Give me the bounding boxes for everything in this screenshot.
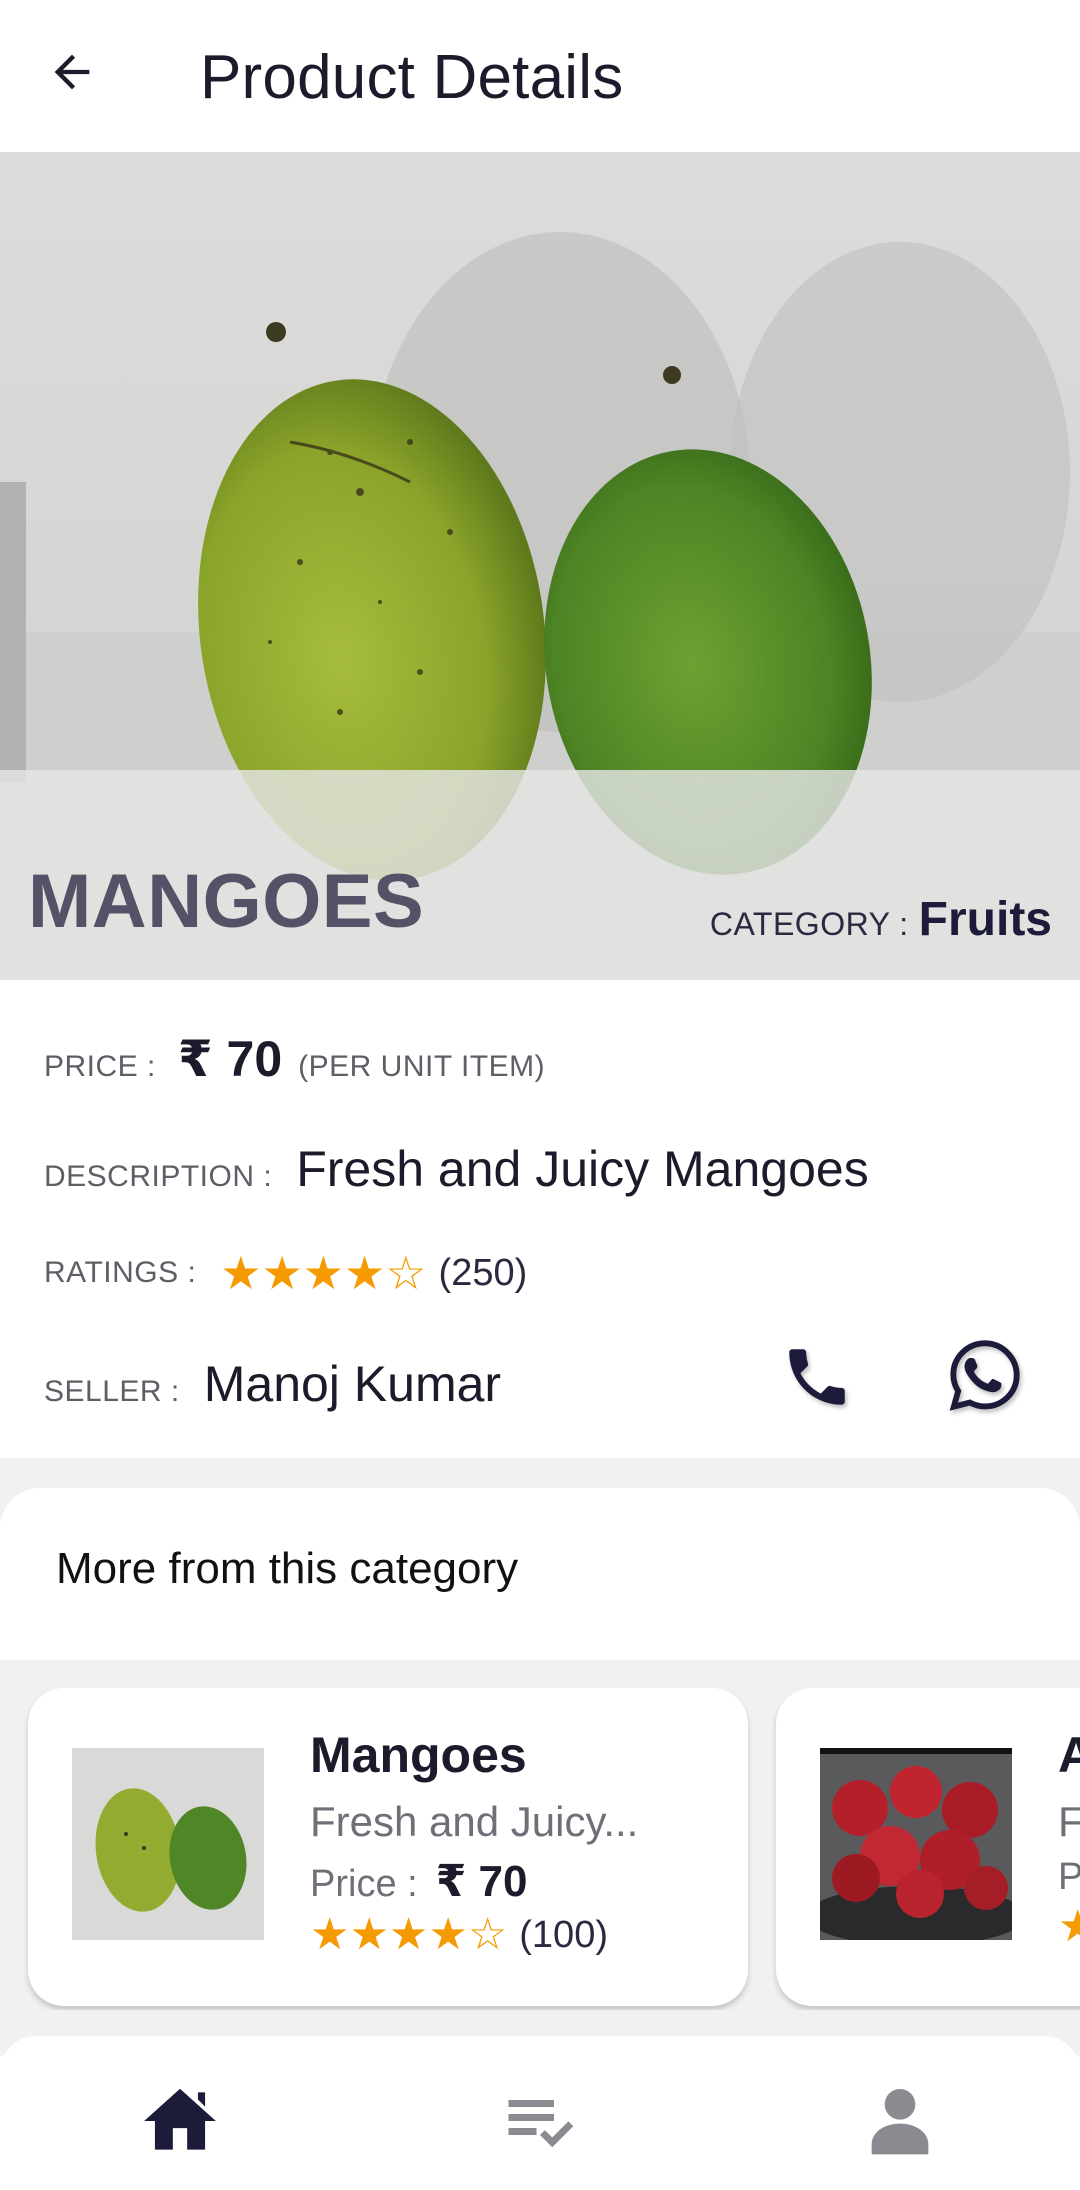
star-filled-icon: ★	[310, 1910, 350, 1959]
star-filled-icon: ★	[388, 1910, 429, 1959]
app-bar: Product Details	[0, 0, 1080, 152]
nav-home[interactable]	[0, 2056, 360, 2190]
related-product-rating: ★ ★ ★ ★ ☆ (100)	[310, 1913, 638, 1957]
nav-orders[interactable]	[360, 2056, 720, 2190]
bottom-navigation	[0, 2056, 1080, 2190]
checklist-icon	[498, 2079, 582, 2168]
phone-call-icon[interactable]	[772, 1332, 862, 1422]
profile-icon	[860, 2081, 940, 2166]
price-label: PRICE :	[44, 1050, 156, 1083]
ratings-label: RATINGS :	[44, 1256, 197, 1289]
star-empty-icon: ☆	[467, 1910, 508, 1959]
description-row: DESCRIPTION : Fresh and Juicy Mangoes	[44, 1140, 869, 1198]
related-price-label: P	[1058, 1856, 1080, 1898]
star-empty-icon: ☆	[385, 1247, 427, 1299]
description-value: Fresh and Juicy Mangoes	[296, 1141, 869, 1197]
seller-name: Manoj Kumar	[203, 1356, 502, 1412]
price-unit: (PER UNIT ITEM)	[298, 1050, 546, 1083]
related-product-info: Mangoes Fresh and Juicy... Price : ₹ 70 …	[310, 1726, 638, 1957]
product-image: MANGOES CATEGORY : Fruits	[0, 152, 1080, 980]
related-product-info: A F P ★★★★☆	[1058, 1726, 1080, 1949]
category-label: CATEGORY :	[709, 906, 909, 942]
price-value: ₹ 70	[177, 1031, 283, 1087]
star-filled-icon: ★	[428, 1910, 468, 1959]
more-from-category-header: More from this category	[0, 1488, 1080, 1660]
related-products-carousel[interactable]: Mangoes Fresh and Juicy... Price : ₹ 70 …	[0, 1660, 1080, 2010]
whatsapp-icon[interactable]	[940, 1330, 1030, 1420]
related-rating-stars: ★★★★☆	[1058, 1905, 1080, 1949]
apple-thumbnail	[820, 1748, 1012, 1940]
star-filled-icon: ★	[1058, 1902, 1080, 1951]
related-product-card[interactable]: A F P ★★★★☆	[776, 1688, 1080, 2006]
related-product-name: Mangoes	[310, 1727, 527, 1783]
back-arrow-icon[interactable]	[36, 36, 108, 108]
category-value: Fruits	[918, 893, 1052, 946]
price-row: PRICE : ₹ 70 (PER UNIT ITEM)	[44, 1030, 545, 1088]
page-title: Product Details	[200, 43, 624, 112]
related-price-label: Price :	[310, 1863, 418, 1905]
related-price-value: ₹ 70	[435, 1857, 528, 1906]
related-rating-count: (100)	[519, 1913, 608, 1956]
seller-row: SELLER : Manoj Kumar	[44, 1355, 501, 1413]
home-icon	[137, 2078, 223, 2169]
seller-label: SELLER :	[44, 1375, 180, 1408]
star-filled-icon: ★	[220, 1247, 262, 1299]
related-product-rating: ★★★★☆	[1058, 1905, 1080, 1949]
nav-profile[interactable]	[720, 2056, 1080, 2190]
rating-stars: ★ ★ ★ ★ ☆	[220, 1250, 426, 1296]
ratings-row: RATINGS : ★ ★ ★ ★ ☆ (250)	[44, 1250, 527, 1296]
related-product-price-line: Price : ₹ 70	[310, 1856, 638, 1907]
star-filled-icon: ★	[261, 1247, 303, 1299]
description-label: DESCRIPTION :	[44, 1160, 273, 1193]
related-product-price-line: P	[1058, 1856, 1080, 1899]
category: CATEGORY : Fruits	[710, 892, 1052, 947]
related-product-desc: F	[1058, 1798, 1080, 1845]
product-details: PRICE : ₹ 70 (PER UNIT ITEM) DESCRIPTION…	[0, 980, 1080, 1458]
mango-thumbnail	[72, 1748, 264, 1940]
related-rating-stars: ★★★★☆	[310, 1913, 507, 1957]
related-product-card[interactable]: Mangoes Fresh and Juicy... Price : ₹ 70 …	[28, 1688, 748, 2006]
more-section-title: More from this category	[56, 1544, 519, 1593]
star-filled-icon: ★	[302, 1247, 345, 1299]
star-filled-icon: ★	[349, 1910, 389, 1959]
star-filled-icon: ★	[344, 1247, 386, 1299]
related-product-name: A	[1058, 1727, 1080, 1783]
rating-count: (250)	[438, 1251, 528, 1294]
related-product-desc: Fresh and Juicy...	[310, 1798, 639, 1845]
product-name: MANGOES	[28, 859, 425, 944]
